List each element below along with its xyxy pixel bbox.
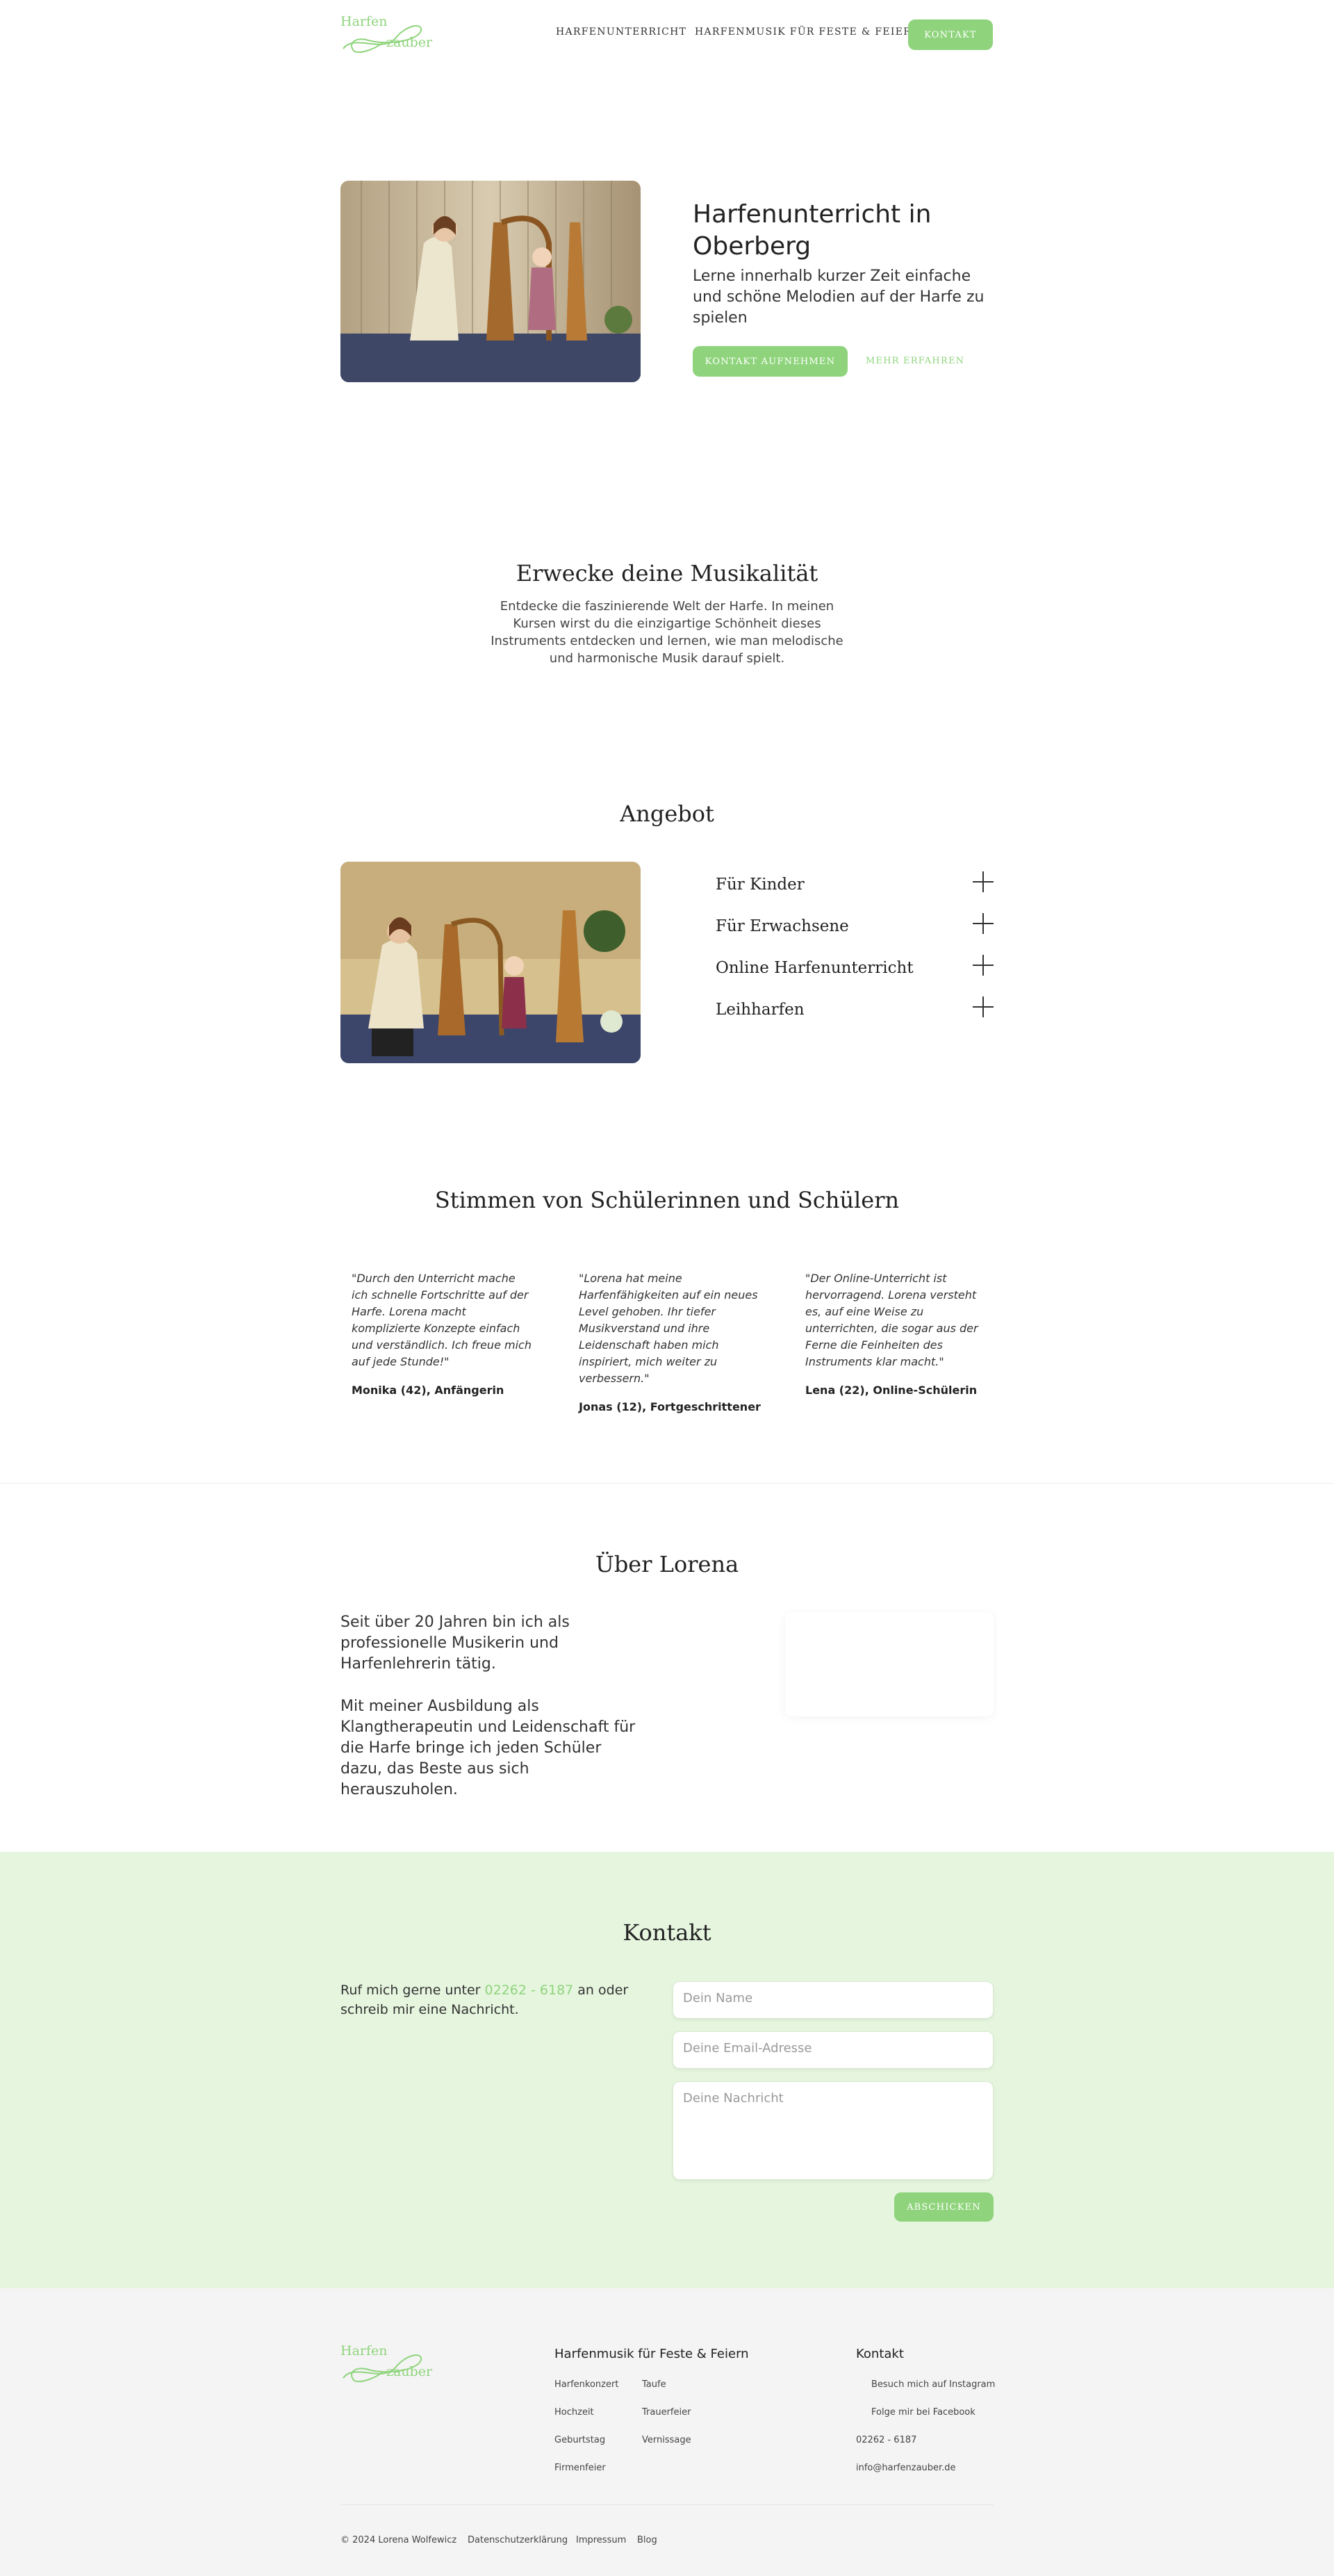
plus-icon[interactable] [973, 996, 994, 1017]
footer-phone[interactable]: 02262 - 6187 [856, 2435, 916, 2445]
logo-word-zauber: zauber [386, 35, 433, 50]
footer [0, 2288, 1334, 2576]
intro-title: Erwecke deine Musikalität [516, 560, 818, 586]
footer-link-geburtstag[interactable]: Geburtstag [554, 2435, 605, 2445]
learn-more-link[interactable]: Mehr erfahren [866, 356, 964, 366]
plus-icon[interactable] [973, 871, 994, 892]
testimonials-title: Stimmen von Schülerinnen und Schülern [434, 1187, 900, 1213]
submit-button[interactable]: Abschicken [894, 2192, 994, 2222]
email-input[interactable]: Deine Email-Adresse [673, 2031, 994, 2069]
nav-harfenmusik[interactable]: Harfenmusik für Feste & Feiern [695, 26, 939, 38]
offer-item-kinder[interactable]: Für Kinder [716, 871, 994, 899]
hero-subtitle: Lerne innerhalb kurzer Zeit einfache und… [693, 268, 985, 327]
footer-link-imprint[interactable]: Impressum [576, 2535, 626, 2545]
testimonial-quote: "Lorena hat meine Harfenfähigkeiten auf … [579, 1272, 758, 1385]
about-paragraph-2: Mit meiner Ausbildung als Klangtherapeut… [340, 1698, 636, 1798]
footer-logo[interactable]: Harfen zauber [340, 2342, 432, 2385]
footer-link-hochzeit[interactable]: Hochzeit [554, 2407, 594, 2418]
testimonial-quote: "Der Online-Unterricht ist hervorragend.… [805, 1272, 978, 1368]
footer-link-privacy[interactable]: Datenschutzerklärung [468, 2535, 568, 2545]
testimonial-author: Monika (42), Anfängerin [352, 1384, 504, 1397]
hero-title: Harfenunterricht in Oberberg [693, 200, 932, 261]
intro-text: Entdecke die faszinierende Welt der Harf… [491, 599, 843, 666]
hero-photo [340, 181, 641, 382]
footer-events-title: Harfenmusik für Feste & Feiern [554, 2347, 749, 2361]
contact-phone-link[interactable]: 02262 - 6187 [485, 1983, 574, 1998]
message-textarea[interactable]: Deine Nachricht [673, 2081, 994, 2180]
logo[interactable]: Harfen zauber [340, 13, 432, 56]
footer-instagram-label: Besuch mich auf Instagram [871, 2379, 996, 2390]
section-divider [0, 1483, 1334, 1484]
about-title: Über Lorena [595, 1551, 739, 1577]
footer-link-blog[interactable]: Blog [637, 2535, 657, 2545]
footer-link-taufe[interactable]: Taufe [642, 2379, 666, 2390]
about-paragraph-1: Seit über 20 Jahren bin ich als professi… [340, 1614, 570, 1673]
logo-word-harfen: Harfen [340, 2343, 388, 2358]
offer-title: Angebot [620, 801, 714, 827]
contact-text-before: Ruf mich gerne unter [340, 1983, 485, 1998]
contact-text: Ruf mich gerne unter 02262 - 6187 an ode… [340, 1980, 632, 2019]
footer-instagram-link[interactable]: Besuch mich auf Instagram [856, 2379, 995, 2390]
offer-item-label: Online Harfenunterricht [716, 959, 914, 977]
contact-title: Kontakt [623, 1919, 711, 1946]
contact-section [0, 1852, 1334, 2288]
footer-email[interactable]: info@harfenzauber.de [856, 2463, 956, 2473]
offer-item-label: Für Kinder [716, 876, 805, 894]
offer-item-label: Für Erwachsene [716, 917, 849, 935]
footer-contact-title: Kontakt [856, 2347, 904, 2361]
about-image-placeholder [785, 1612, 994, 1716]
logo-word-zauber: zauber [386, 2364, 433, 2379]
offer-photo [340, 862, 641, 1063]
nav-contact-button[interactable]: Kontakt [908, 19, 993, 50]
offer-item-leihharfen[interactable]: Leihharfen [716, 996, 994, 1024]
footer-link-trauerfeier[interactable]: Trauerfeier [642, 2407, 691, 2418]
offer-item-online[interactable]: Online Harfenunterricht [716, 955, 994, 983]
nav-harfenmusik-label: Harfenmusik für Feste & Feiern [695, 26, 921, 38]
offer-item-label: Leihharfen [716, 1001, 805, 1019]
testimonial-author: Jonas (12), Fortgeschrittener [579, 1400, 761, 1413]
plus-icon[interactable] [973, 955, 994, 976]
testimonial-author: Lena (22), Online-Schülerin [805, 1384, 978, 1397]
contact-cta-button[interactable]: Kontakt aufnehmen [693, 346, 848, 377]
offer-item-erwachsene[interactable]: Für Erwachsene [716, 913, 994, 941]
nav-harfenunterricht[interactable]: Harfenunterricht [556, 26, 686, 38]
footer-link-firmenfeier[interactable]: Firmenfeier [554, 2463, 606, 2473]
testimonial-quote: "Durch den Unterricht mache ich schnelle… [352, 1272, 532, 1368]
logo-word-harfen: Harfen [340, 14, 388, 29]
hero-photo-illustration [340, 181, 641, 382]
footer-facebook-label: Folge mir bei Facebook [871, 2407, 975, 2418]
footer-link-harfenkonzert[interactable]: Harfenkonzert [554, 2379, 618, 2390]
footer-divider [340, 2504, 994, 2505]
copyright: © 2024 Lorena Wolfewicz [340, 2535, 457, 2545]
name-input[interactable]: Dein Name [673, 1981, 994, 2019]
offer-photo-illustration [340, 862, 641, 1063]
footer-facebook-link[interactable]: Folge mir bei Facebook [856, 2407, 975, 2418]
footer-link-vernissage[interactable]: Vernissage [642, 2435, 691, 2445]
plus-icon[interactable] [973, 913, 994, 934]
